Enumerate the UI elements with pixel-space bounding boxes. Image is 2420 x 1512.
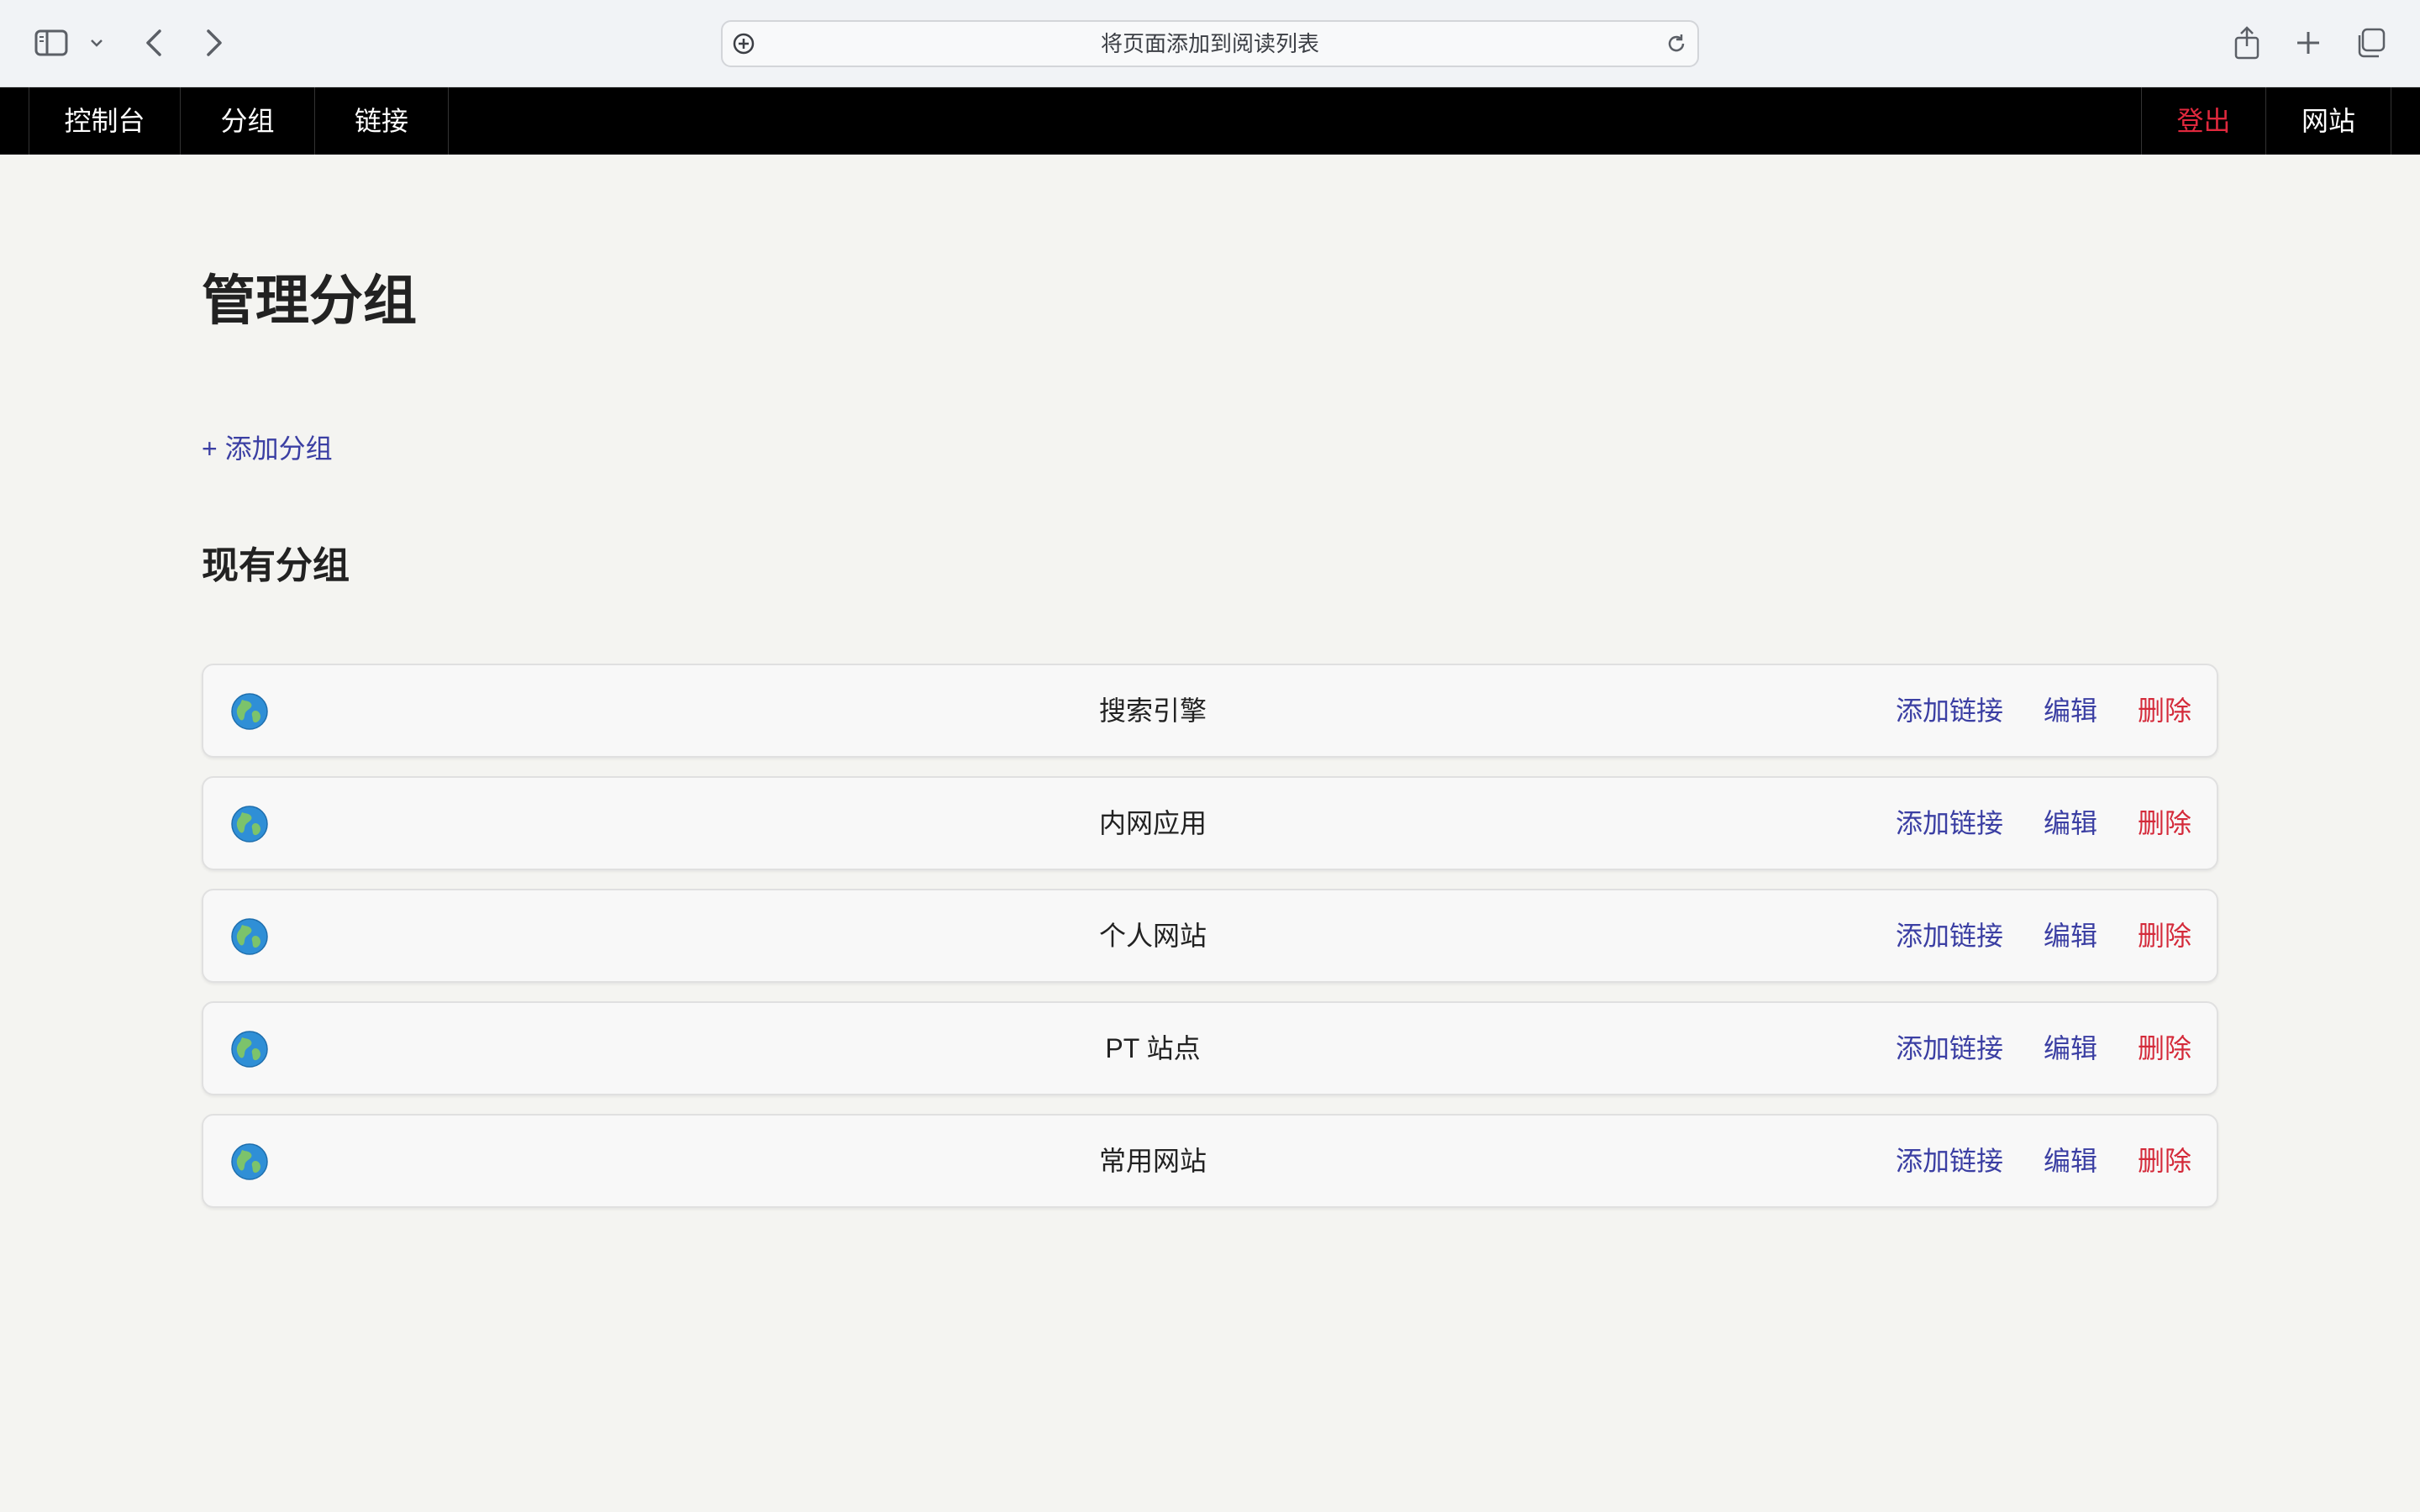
delete-button[interactable]: 删除: [2138, 890, 2191, 981]
page-title: 管理分组: [202, 270, 417, 331]
address-bar[interactable]: 将页面添加到阅读列表: [721, 20, 1699, 67]
add-reading-list-icon[interactable]: [731, 31, 756, 56]
group-name: 内网应用: [1098, 808, 1207, 838]
group-name: 搜索引擎: [1098, 696, 1207, 726]
group-list: 搜索引擎 添加链接 编辑 删除 内网应用 添加链接 编辑 删除 个人网站 添加链…: [202, 664, 2218, 1226]
group-card: 个人网站 添加链接 编辑 删除: [202, 889, 2218, 983]
add-link-button[interactable]: 添加链接: [1896, 665, 2003, 756]
globe-icon: [230, 1142, 269, 1181]
group-name: 个人网站: [1098, 921, 1207, 951]
add-group-link[interactable]: + 添加分组: [202, 428, 333, 469]
add-link-button[interactable]: 添加链接: [1896, 890, 2003, 981]
sidebar-toggle-icon[interactable]: [30, 24, 72, 62]
edit-button[interactable]: 编辑: [2044, 778, 2097, 869]
group-card: 搜索引擎 添加链接 编辑 删除: [202, 664, 2218, 758]
add-link-button[interactable]: 添加链接: [1896, 1116, 2003, 1206]
add-link-button[interactable]: 添加链接: [1896, 1003, 2003, 1094]
nav-item-groups[interactable]: 分组: [180, 87, 314, 155]
section-title: 现有分组: [202, 545, 350, 586]
delete-button[interactable]: 删除: [2138, 778, 2191, 869]
group-name: 常用网站: [1098, 1146, 1207, 1176]
share-icon[interactable]: [2228, 22, 2265, 64]
forward-arrow-icon[interactable]: [195, 22, 234, 64]
site-nav: 控制台 分组 链接 登出 网站: [0, 87, 2420, 155]
globe-icon: [230, 917, 269, 956]
add-link-button[interactable]: 添加链接: [1896, 778, 2003, 869]
nav-item-logout[interactable]: 登出: [2141, 87, 2265, 155]
new-tab-icon[interactable]: [2289, 22, 2328, 64]
edit-button[interactable]: 编辑: [2044, 890, 2097, 981]
browser-toolbar: 将页面添加到阅读列表: [0, 0, 2420, 87]
chevron-down-icon[interactable]: [84, 29, 109, 57]
address-text[interactable]: 将页面添加到阅读列表: [773, 22, 1647, 66]
group-card: 内网应用 添加链接 编辑 删除: [202, 776, 2218, 870]
delete-button[interactable]: 删除: [2138, 665, 2191, 756]
nav-item-links[interactable]: 链接: [314, 87, 449, 155]
nav-item-website[interactable]: 网站: [2265, 87, 2391, 155]
globe-icon: [230, 692, 269, 731]
edit-button[interactable]: 编辑: [2044, 1116, 2097, 1206]
tab-overview-icon[interactable]: [2351, 22, 2390, 64]
delete-button[interactable]: 删除: [2138, 1116, 2191, 1206]
group-name: PT 站点: [1105, 1033, 1201, 1063]
group-card: 常用网站 添加链接 编辑 删除: [202, 1114, 2218, 1208]
nav-item-dashboard[interactable]: 控制台: [29, 87, 180, 155]
group-card: PT 站点 添加链接 编辑 删除: [202, 1001, 2218, 1095]
globe-icon: [230, 1030, 269, 1068]
delete-button[interactable]: 删除: [2138, 1003, 2191, 1094]
reload-icon[interactable]: [1664, 31, 1689, 56]
edit-button[interactable]: 编辑: [2044, 665, 2097, 756]
back-arrow-icon[interactable]: [134, 22, 173, 64]
edit-button[interactable]: 编辑: [2044, 1003, 2097, 1094]
globe-icon: [230, 805, 269, 843]
